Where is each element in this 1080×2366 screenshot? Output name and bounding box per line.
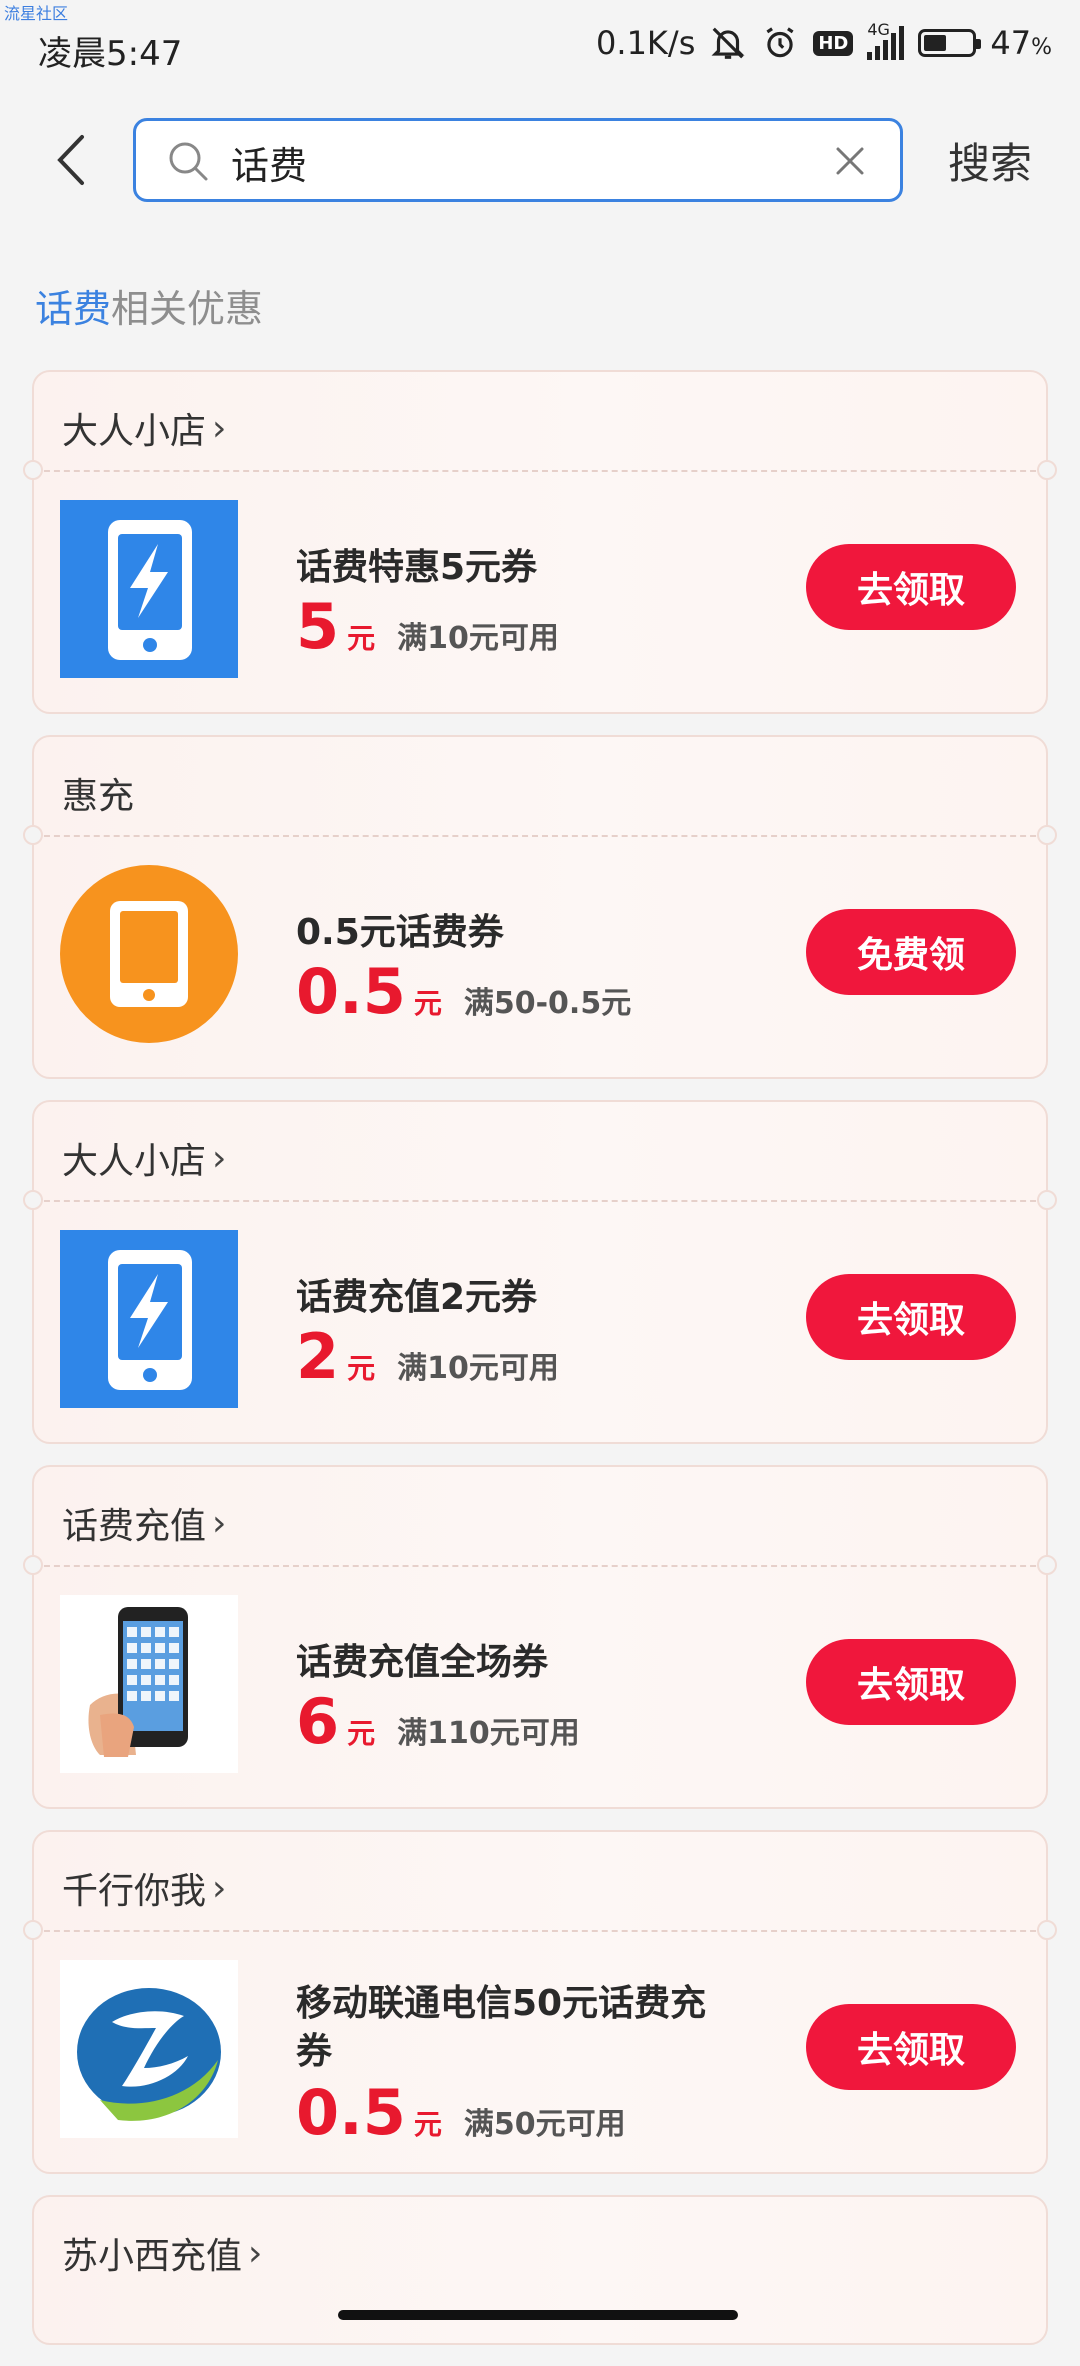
coupon-card: 大人小店 › 话费特惠5元券 5 元 满10元可用 去领取 — [23, 370, 1057, 714]
card-divider — [34, 1930, 1046, 1932]
chevron-right-icon: › — [248, 2232, 263, 2274]
close-icon[interactable] — [830, 141, 870, 181]
card-divider — [34, 835, 1046, 837]
status-icons: 0.1K/s HD 4G 47% — [596, 20, 1052, 62]
back-button[interactable] — [40, 128, 100, 192]
coupon-price: 6 元 满110元可用 — [296, 1691, 580, 1753]
section-suffix: 相关优惠 — [111, 287, 264, 331]
card-divider — [34, 1200, 1046, 1202]
claim-button[interactable]: 去领取 — [806, 544, 1016, 630]
claim-button[interactable]: 免费领 — [806, 909, 1016, 995]
coupon-card: 惠充 0.5元话费券 0.5 元 满50-0.5元 免费领 — [23, 735, 1057, 1079]
claim-button[interactable]: 去领取 — [806, 1274, 1016, 1360]
swoosh-logo-icon — [60, 1960, 238, 2138]
coupon-card: 千行你我 › 移动联通电信50元话费充券 0.5 元 满50元可用 去领取 — [23, 1830, 1057, 2174]
battery-percent: 47% — [990, 24, 1052, 62]
coupon-unit: 元 — [347, 1352, 376, 1385]
coupon-amount: 6 — [296, 1685, 340, 1758]
ticket-notch — [23, 1555, 43, 1575]
ticket-notch — [23, 460, 43, 480]
ticket-notch — [1037, 1920, 1057, 1940]
search-header: 话费 搜索 — [0, 110, 1080, 210]
coupon-card: 苏小西充值 › — [32, 2195, 1048, 2345]
ticket-notch — [1037, 825, 1057, 845]
coupon-condition: 满50-0.5元 — [463, 986, 632, 1021]
chevron-right-icon: › — [212, 1502, 227, 1544]
store-name: 千行你我 — [62, 1871, 207, 1912]
store-link[interactable]: 大人小店 › — [62, 1132, 226, 1184]
search-query: 话费 — [231, 144, 308, 188]
ticket-notch — [1037, 1190, 1057, 1210]
card-divider — [34, 470, 1046, 472]
alarm-icon — [761, 24, 799, 62]
coupon-condition: 满10元可用 — [397, 621, 559, 656]
store-name: 苏小西充值 — [62, 2236, 243, 2277]
coupon-unit: 元 — [347, 622, 376, 655]
coupon-title: 话费充值全场券 — [296, 1642, 549, 1683]
coupon-price: 5 元 满10元可用 — [296, 596, 559, 658]
store-link[interactable]: 千行你我 › — [62, 1862, 226, 1914]
status-time: 凌晨5:47 — [38, 34, 183, 74]
coupon-condition: 满10元可用 — [397, 1351, 559, 1386]
ticket-notch — [23, 825, 43, 845]
search-input[interactable]: 话费 — [133, 118, 903, 202]
network-type: 4G — [867, 20, 890, 39]
ticket-notch — [23, 1920, 43, 1940]
ticket-notch — [1037, 460, 1057, 480]
store-name: 大人小店 — [62, 1141, 207, 1182]
ticket-notch — [23, 1190, 43, 1210]
claim-button[interactable]: 去领取 — [806, 1639, 1016, 1725]
coupon-unit: 元 — [347, 1717, 376, 1750]
store-name: 惠充 — [62, 776, 135, 817]
coupon-card: 大人小店 › 话费充值2元券 2 元 满10元可用 去领取 — [23, 1100, 1057, 1444]
coupon-condition: 满110元可用 — [397, 1716, 580, 1751]
orange-phone-icon — [60, 865, 238, 1043]
hd-badge: HD — [813, 30, 854, 56]
chevron-left-icon — [57, 135, 84, 185]
coupon-unit: 元 — [413, 987, 442, 1020]
coupon-amount: 2 — [296, 1320, 340, 1393]
store-link[interactable]: 苏小西充值 › — [62, 2227, 262, 2279]
coupon-amount: 0.5 — [296, 2076, 406, 2149]
coupon-price: 0.5 元 满50元可用 — [296, 2082, 626, 2144]
chevron-right-icon: › — [212, 407, 227, 449]
chevron-right-icon: › — [212, 1867, 227, 1909]
search-button[interactable]: 搜索 — [948, 130, 1032, 191]
section-keyword: 话费 — [35, 287, 112, 331]
coupon-price: 2 元 满10元可用 — [296, 1326, 559, 1388]
card-divider — [34, 1565, 1046, 1567]
store-name: 话费充值 — [62, 1506, 207, 1547]
coupon-card: 话费充值 › 话费充值全场券 6 元 满110元可用 去领取 — [23, 1465, 1057, 1809]
coupon-amount: 0.5 — [296, 955, 406, 1028]
bell-muted-icon — [709, 24, 747, 62]
signal-icon: 4G — [867, 20, 905, 60]
battery-icon — [918, 29, 982, 57]
store-link[interactable]: 惠充 — [62, 767, 134, 819]
battery-fill — [924, 35, 947, 51]
store-name: 大人小店 — [62, 411, 207, 452]
coupon-amount: 5 — [296, 590, 340, 663]
coupon-list: 大人小店 › 话费特惠5元券 5 元 满10元可用 去领取 惠充 0.5元话费券… — [23, 370, 1057, 2366]
coupon-title: 移动联通电信50元话费充券 — [296, 1983, 707, 2072]
coupon-price: 0.5 元 满50-0.5元 — [296, 961, 631, 1023]
store-link[interactable]: 大人小店 › — [62, 402, 226, 454]
coupon-title: 话费充值2元券 — [296, 1277, 538, 1318]
coupon-title: 话费特惠5元券 — [296, 547, 538, 588]
phone-lightning-icon — [60, 500, 238, 678]
section-title: 话费相关优惠 — [35, 278, 263, 333]
net-speed: 0.1K/s — [596, 24, 696, 62]
search-icon — [169, 142, 208, 181]
phone-lightning-icon — [60, 1230, 238, 1408]
chevron-right-icon: › — [212, 1137, 227, 1179]
store-link[interactable]: 话费充值 › — [62, 1497, 226, 1549]
status-bar: 凌晨5:47 0.1K/s HD 4G 47% — [0, 0, 1080, 100]
coupon-unit: 元 — [413, 2108, 442, 2141]
ticket-notch — [1037, 1555, 1057, 1575]
coupon-title: 0.5元话费券 — [296, 912, 504, 953]
hand-holding-phone-icon — [60, 1595, 238, 1773]
home-indicator[interactable] — [338, 2310, 738, 2320]
claim-button[interactable]: 去领取 — [806, 2004, 1016, 2090]
coupon-condition: 满50元可用 — [463, 2107, 626, 2142]
